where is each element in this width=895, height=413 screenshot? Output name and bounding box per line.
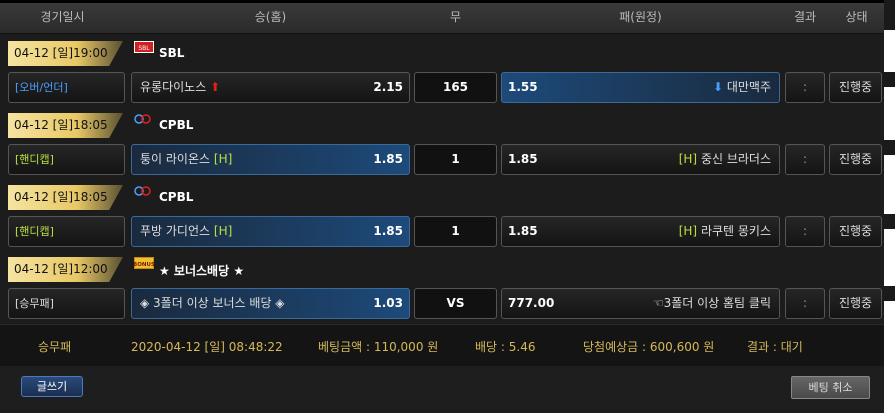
game-date-row: 04-12 [일]12:00 BONUS ★ 보너스배당 ★ bbox=[0, 252, 884, 286]
bet-type-label: [핸디캡] bbox=[8, 144, 125, 175]
away-team: [H] 중신 브라더스 bbox=[678, 152, 771, 166]
summary-expected-win: 당첨예상금 : 600,600 원 bbox=[583, 340, 715, 354]
table-header: 경기일시 승(홈) 무 패(원정) 결과 상태 bbox=[0, 3, 884, 34]
bet-summary: 승무패 2020-04-12 [일] 08:48:22 베팅금액 : 110,0… bbox=[0, 324, 884, 368]
league-name: ★ 보너스배당 ★ bbox=[159, 264, 245, 278]
cpbl-logo-icon bbox=[134, 114, 151, 124]
bonus-icon: BONUS bbox=[134, 257, 154, 269]
arrow-up-icon: ⬆ bbox=[210, 80, 221, 94]
result-cell: : bbox=[785, 216, 825, 247]
svg-text:BONUS: BONUS bbox=[134, 262, 154, 268]
draw-bet-button[interactable]: 1 bbox=[414, 216, 497, 247]
footer-bar bbox=[0, 366, 884, 413]
away-bet-button[interactable]: 1.85 [H] 라쿠텐 몽키스 bbox=[501, 216, 780, 247]
home-team: 유롱다이노스 ⬆ bbox=[140, 80, 221, 94]
home-bet-button[interactable]: 퉁이 라이온스 [H] 1.85 bbox=[131, 144, 410, 175]
header-home: 승(홈) bbox=[254, 10, 287, 24]
away-team: ⬇ 대만맥주 bbox=[712, 80, 771, 94]
away-bet-button[interactable]: 777.00 ☜3폴더 이상 홈팀 클릭 bbox=[501, 288, 780, 319]
bet-type-label: [승무패] bbox=[8, 288, 125, 319]
home-bet-button[interactable]: 푸방 가디언스 [H] 1.85 bbox=[131, 216, 410, 247]
game-datetime: 04-12 [일]19:00 bbox=[8, 41, 123, 66]
league-name: SBL bbox=[159, 46, 185, 60]
result-cell: : bbox=[785, 288, 825, 319]
cpbl-logo-icon bbox=[134, 186, 151, 196]
bet-type-label: [오버/언더] bbox=[8, 72, 125, 103]
league-name: CPBL bbox=[159, 118, 194, 132]
home-bet-button[interactable]: 유롱다이노스 ⬆ 2.15 bbox=[131, 72, 410, 103]
home-odds: 2.15 bbox=[373, 80, 403, 94]
draw-bet-button[interactable]: 165 bbox=[414, 72, 497, 103]
away-odds: 777.00 bbox=[508, 296, 555, 310]
summary-result: 결과 : 대기 bbox=[747, 340, 803, 354]
svg-text:SBL: SBL bbox=[138, 45, 150, 52]
home-bet-button[interactable]: ◈ 3폴더 이상 보너스 배당 ◈ 1.03 bbox=[131, 288, 410, 319]
status-badge: 진행중 bbox=[829, 216, 882, 247]
result-cell: : bbox=[785, 72, 825, 103]
away-team: [H] 라쿠텐 몽키스 bbox=[678, 224, 771, 238]
game-date-row: 04-12 [일]18:05 CPBL bbox=[0, 108, 884, 142]
status-badge: 진행중 bbox=[829, 288, 882, 319]
draw-bet-button[interactable]: VS bbox=[414, 288, 497, 319]
draw-bet-button[interactable]: 1 bbox=[414, 144, 497, 175]
home-odds: 1.85 bbox=[373, 152, 403, 166]
game-datetime: 04-12 [일]12:00 bbox=[8, 257, 123, 282]
status-badge: 진행중 bbox=[829, 72, 882, 103]
bet-type-label: [핸디캡] bbox=[8, 216, 125, 247]
status-badge: 진행중 bbox=[829, 144, 882, 175]
league-name: CPBL bbox=[159, 190, 194, 204]
right-edge-strip bbox=[884, 0, 895, 413]
pointing-hand-icon: ☜ bbox=[652, 296, 664, 310]
away-team: ☜3폴더 이상 홈팀 클릭 bbox=[652, 296, 771, 310]
away-odds: 1.55 bbox=[508, 80, 538, 94]
away-odds: 1.85 bbox=[508, 224, 538, 238]
arrow-down-icon: ⬇ bbox=[712, 80, 723, 94]
game-datetime: 04-12 [일]18:05 bbox=[8, 185, 123, 210]
away-odds: 1.85 bbox=[508, 152, 538, 166]
result-cell: : bbox=[785, 144, 825, 175]
home-team: 푸방 가디언스 [H] bbox=[140, 224, 233, 238]
away-bet-button[interactable]: 1.55 ⬇ 대만맥주 bbox=[501, 72, 780, 103]
game-datetime: 04-12 [일]18:05 bbox=[8, 113, 123, 138]
cancel-bet-button[interactable]: 베팅 취소 bbox=[791, 376, 870, 399]
write-post-button[interactable]: 글쓰기 bbox=[21, 376, 83, 397]
home-team: ◈ 3폴더 이상 보너스 배당 ◈ bbox=[140, 296, 285, 310]
home-odds: 1.03 bbox=[373, 296, 403, 310]
summary-bet-time: 2020-04-12 [일] 08:48:22 bbox=[131, 340, 283, 354]
summary-bet-type: 승무패 bbox=[38, 340, 72, 354]
header-status: 상태 bbox=[845, 10, 868, 24]
summary-bet-amount: 베팅금액 : 110,000 원 bbox=[318, 340, 439, 354]
header-datetime: 경기일시 bbox=[40, 10, 85, 24]
summary-odds: 배당 : 5.46 bbox=[475, 340, 536, 354]
header-draw: 무 bbox=[449, 10, 462, 24]
game-date-row: 04-12 [일]18:05 CPBL bbox=[0, 180, 884, 214]
away-bet-button[interactable]: 1.85 [H] 중신 브라더스 bbox=[501, 144, 780, 175]
game-date-row: 04-12 [일]19:00 SBL SBL bbox=[0, 36, 884, 70]
home-team: 퉁이 라이온스 [H] bbox=[140, 152, 233, 166]
home-odds: 1.85 bbox=[373, 224, 403, 238]
sbl-logo-icon: SBL bbox=[134, 41, 154, 53]
header-result: 결과 bbox=[793, 10, 817, 24]
header-away: 패(원정) bbox=[619, 10, 662, 24]
